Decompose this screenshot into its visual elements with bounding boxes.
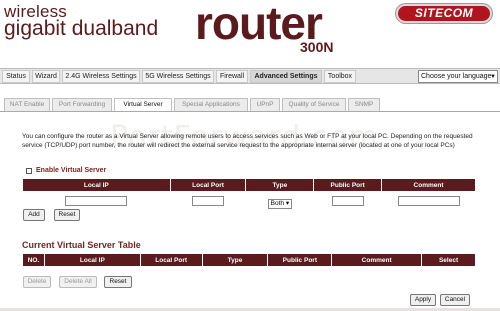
- col-type: Type: [245, 178, 315, 192]
- type-select-value: Both: [270, 200, 284, 207]
- col-public-port: Public Port: [267, 253, 333, 267]
- subtabs: NAT Enable Port Forwarding Virtual Serve…: [0, 98, 500, 112]
- nav-status[interactable]: Status: [2, 70, 30, 83]
- comment-input[interactable]: [397, 196, 460, 206]
- delete-button[interactable]: Delete: [23, 276, 51, 288]
- chevron-down-icon: ▾: [285, 200, 290, 207]
- nav-firewall[interactable]: Firewall: [216, 70, 248, 83]
- col-public-port: Public Port: [313, 178, 383, 192]
- nav-24g-wireless[interactable]: 2.4G Wireless Settings: [62, 70, 140, 83]
- language-select[interactable]: Choose your language ▼: [418, 70, 498, 83]
- col-local-port: Local Port: [169, 178, 247, 192]
- current-virtual-server-table: NO. Local IP Local Port Type Public Port…: [22, 253, 476, 267]
- col-comment: Comment: [331, 253, 423, 267]
- nav-advanced-settings[interactable]: Advanced Settings: [250, 70, 322, 83]
- reset-table-button[interactable]: Reset: [104, 276, 132, 288]
- brand-model: 300N: [300, 39, 334, 55]
- tab-virtual-server[interactable]: Virtual Server: [114, 98, 172, 112]
- col-type: Type: [201, 253, 269, 267]
- chevron-down-icon: ▼: [490, 74, 496, 80]
- tab-quality-of-service[interactable]: Quality of Service: [282, 98, 346, 111]
- reset-button[interactable]: Reset: [54, 209, 80, 221]
- delete-all-button[interactable]: Delete All: [59, 276, 97, 288]
- brand-line2: gigabit dualband: [4, 17, 159, 40]
- col-comment: Comment: [381, 178, 476, 192]
- enable-virtual-server-label: Enable Virtual Server: [36, 167, 107, 174]
- col-local-ip: Local IP: [43, 253, 141, 267]
- nav-wizard[interactable]: Wizard: [32, 70, 60, 83]
- tab-port-forwarding[interactable]: Port Forwarding: [52, 98, 112, 111]
- enable-virtual-server-checkbox[interactable]: [26, 167, 32, 174]
- language-select-value: Choose your language: [421, 73, 492, 80]
- nav-5g-wireless[interactable]: 5G Wireless Settings: [142, 70, 214, 83]
- description: You can configure the router as a Virtua…: [22, 133, 473, 149]
- tab-divider: [0, 111, 500, 112]
- cancel-button[interactable]: Cancel: [440, 294, 470, 306]
- col-local-ip: Local IP: [22, 178, 171, 192]
- public-port-input[interactable]: [331, 196, 364, 206]
- tab-upnp[interactable]: UPnP: [250, 98, 280, 111]
- nav-toolbox[interactable]: Toolbox: [324, 70, 356, 83]
- entry-table: Local IP Local Port Type Public Port Com…: [22, 178, 476, 211]
- enable-virtual-server-row: Enable Virtual Server: [26, 167, 106, 174]
- header: wireless gigabit dualband router 300N SI…: [0, 0, 500, 66]
- col-select: Select: [421, 253, 476, 267]
- current-table-title: Current Virtual Server Table: [22, 240, 141, 250]
- apply-button[interactable]: Apply: [410, 294, 436, 306]
- add-button[interactable]: Add: [23, 209, 45, 221]
- main-nav: Status Wizard 2.4G Wireless Settings 5G …: [0, 68, 500, 84]
- type-select[interactable]: Both ▾: [267, 199, 293, 209]
- col-no: NO.: [22, 253, 45, 267]
- tab-nat-enable[interactable]: NAT Enable: [4, 98, 50, 111]
- tab-special-applications[interactable]: Special Applications: [174, 98, 248, 111]
- local-port-input[interactable]: [192, 196, 225, 206]
- col-local-port: Local Port: [139, 253, 203, 267]
- tab-snmp[interactable]: SNMP: [348, 98, 380, 111]
- sitecom-logo: SITECOM: [396, 4, 492, 23]
- local-ip-input[interactable]: [65, 196, 128, 206]
